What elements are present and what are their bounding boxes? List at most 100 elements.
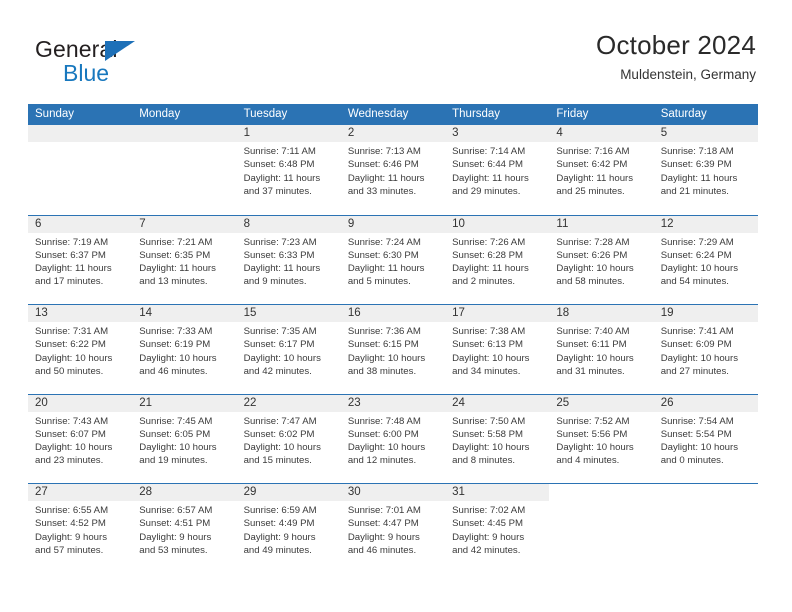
daylight-text-line2: and 29 minutes. [452,185,521,197]
sunrise-text: Sunrise: 7:19 AM [35,236,109,248]
calendar-day-3[interactable]: 3 Sunrise: 7:14 AM Sunset: 6:44 PM Daylight… [445,125,550,215]
sunrise-text: Sunrise: 7:18 AM [660,146,734,157]
daylight-text-line1: Daylight: 11 hours [452,172,529,184]
sunrise-text: Sunrise: 6:55 AM [35,505,109,516]
daylight-text-line1: Daylight: 10 hours [556,352,634,364]
sunset-text: Sunset: 5:58 PM [452,428,524,440]
calendar-week-row: 20 Sunrise: 7:43 AM Sunset: 6:07 PM Dayligh… [28,393,758,483]
day-number: 4 [549,125,654,142]
daylight-text-line2: and 42 minutes. [452,544,521,556]
daylight-text-line1: Daylight: 11 hours [347,263,425,275]
sunrise-text: Sunrise: 6:59 AM [243,505,317,516]
day-number: 11 [549,215,654,233]
day-details: Sunrise: 7:13 AM Sunset: 6:46 PM Daylight:… [341,142,445,198]
day-number: 18 [549,305,654,322]
calendar-day-27[interactable]: 27 Sunrise: 6:55 AM Sunset: 4:52 PM Dayligh… [28,484,133,573]
daylight-text-line2: and 49 minutes. [243,544,312,556]
calendar-day-31[interactable]: 31 Sunrise: 7:02 AM Sunset: 4:45 PM Dayligh… [445,484,550,573]
daylight-text-line2: and 5 minutes. [347,276,411,288]
daylight-text-line2: and 46 minutes. [139,365,208,377]
day-number: 10 [445,215,550,233]
calendar-day-8[interactable]: 8 Sunrise: 7:23 AM Sunset: 6:33 PM Daylight… [236,215,341,304]
calendar-day-7[interactable]: 7 Sunrise: 7:21 AM Sunset: 6:35 PM Daylight… [132,215,237,304]
daylight-text-line1: Daylight: 11 hours [243,172,321,184]
calendar-day-22[interactable]: 22 Sunrise: 7:47 AM Sunset: 6:02 PM Dayligh… [236,394,341,483]
daylight-text-line2: and 13 minutes. [139,276,208,288]
calendar-day-4[interactable]: 4 Sunrise: 7:16 AM Sunset: 6:42 PM Daylight… [549,125,654,215]
sunset-text: Sunset: 6:19 PM [139,339,211,351]
calendar-day-16[interactable]: 16 Sunrise: 7:36 AM Sunset: 6:15 PM Dayligh… [340,305,446,394]
day-number: 15 [236,305,341,322]
title-block: October 2024 Muldenstein, Germany [596,28,756,85]
day-number: 2 [340,125,446,142]
daylight-text-line2: and 12 minutes. [347,455,417,467]
calendar-day-10[interactable]: 10 Sunrise: 7:26 AM Sunset: 6:28 PM Dayligh… [445,215,550,304]
day-number: 26 [653,394,758,412]
sunset-text: Sunset: 6:05 PM [139,428,211,440]
calendar-day-21[interactable]: 21 Sunrise: 7:45 AM Sunset: 6:05 PM Dayligh… [132,394,237,483]
day-details: Sunrise: 7:50 AM Sunset: 5:58 PM Daylight:… [445,412,549,468]
day-number: 13 [28,305,133,322]
sunrise-text: Sunrise: 7:01 AM [347,505,421,516]
day-number: 19 [653,305,758,322]
calendar-week-row: 1 Sunrise: 7:11 AM Sunset: 6:48 PM Daylight… [28,125,758,215]
daylight-text-line1: Daylight: 11 hours [347,172,425,184]
calendar-day-17[interactable]: 17 Sunrise: 7:38 AM Sunset: 6:13 PM Dayligh… [445,305,550,394]
daylight-text-line1: Daylight: 10 hours [452,442,530,454]
daylight-text-line2: and 8 minutes. [452,455,516,467]
sunset-text: Sunset: 6:46 PM [347,159,419,171]
general-blue-logo[interactable]: General Blue [35,36,265,92]
calendar-day-18[interactable]: 18 Sunrise: 7:40 AM Sunset: 6:11 PM Dayligh… [549,305,654,394]
sunrise-text: Sunrise: 7:02 AM [452,505,526,516]
calendar-day-12[interactable]: 12 Sunrise: 7:29 AM Sunset: 6:24 PM Dayligh… [653,215,758,304]
calendar-week-row: 6 Sunrise: 7:19 AM Sunset: 6:37 PM Daylight… [28,214,758,304]
daylight-text-line1: Daylight: 10 hours [347,352,426,364]
calendar-day-14[interactable]: 14 Sunrise: 7:33 AM Sunset: 6:19 PM Dayligh… [132,305,237,394]
calendar-day-28[interactable]: 28 Sunrise: 6:57 AM Sunset: 4:51 PM Dayligh… [132,484,237,573]
calendar-day-15[interactable]: 15 Sunrise: 7:35 AM Sunset: 6:17 PM Dayligh… [236,305,341,394]
calendar-day-26[interactable]: 26 Sunrise: 7:54 AM Sunset: 5:54 PM Dayligh… [653,394,758,483]
daylight-text-line1: Daylight: 10 hours [139,352,217,364]
calendar-day-29[interactable]: 29 Sunrise: 6:59 AM Sunset: 4:49 PM Dayligh… [236,484,341,573]
sunset-text: Sunset: 4:51 PM [139,518,211,530]
daylight-text-line1: Daylight: 10 hours [556,263,634,275]
calendar-day-19[interactable]: 19 Sunrise: 7:41 AM Sunset: 6:09 PM Dayligh… [653,305,758,394]
daylight-text-line1: Daylight: 10 hours [660,263,739,275]
calendar-day-20[interactable]: 20 Sunrise: 7:43 AM Sunset: 6:07 PM Dayligh… [28,394,133,483]
calendar-day-23[interactable]: 23 Sunrise: 7:48 AM Sunset: 6:00 PM Dayligh… [340,394,446,483]
daylight-text-line2: and 58 minutes. [556,276,625,288]
calendar-day-24[interactable]: 24 Sunrise: 7:50 AM Sunset: 5:58 PM Dayligh… [445,394,550,483]
calendar-day-25[interactable]: 25 Sunrise: 7:52 AM Sunset: 5:56 PM Dayligh… [549,394,654,483]
calendar-day-5[interactable]: 5 Sunrise: 7:18 AM Sunset: 6:39 PM Daylight… [653,125,758,215]
sunset-text: Sunset: 4:52 PM [35,518,106,530]
day-details: Sunrise: 7:41 AM Sunset: 6:09 PM Daylight:… [654,322,758,378]
day-details: Sunrise: 7:11 AM Sunset: 6:48 PM Daylight:… [237,142,341,198]
day-details: Sunrise: 7:33 AM Sunset: 6:19 PM Daylight:… [132,322,236,378]
sunrise-text: Sunrise: 6:57 AM [139,505,213,516]
page-header: General Blue October 2024 Muldenstein, G… [0,0,792,100]
sunset-text: Sunset: 4:47 PM [347,518,419,530]
sunset-text: Sunset: 6:22 PM [35,339,106,351]
daylight-text-line2: and 17 minutes. [35,276,104,288]
calendar-day-2[interactable]: 2 Sunrise: 7:13 AM Sunset: 6:46 PM Daylight… [340,125,446,215]
daylight-text-line2: and 53 minutes. [139,544,208,556]
day-details: Sunrise: 7:28 AM Sunset: 6:26 PM Daylight:… [549,233,653,289]
calendar-day-empty [653,484,758,573]
calendar-day-30[interactable]: 30 Sunrise: 7:01 AM Sunset: 4:47 PM Dayligh… [340,484,446,573]
calendar-day-1[interactable]: 1 Sunrise: 7:11 AM Sunset: 6:48 PM Daylight… [236,125,341,215]
calendar-day-6[interactable]: 6 Sunrise: 7:19 AM Sunset: 6:37 PM Daylight… [28,215,133,304]
day-number: 22 [236,394,341,412]
sunrise-text: Sunrise: 7:28 AM [556,236,630,248]
calendar-day-13[interactable]: 13 Sunrise: 7:31 AM Sunset: 6:22 PM Dayligh… [28,305,133,394]
sunset-text: Sunset: 6:44 PM [452,159,524,171]
sunset-text: Sunset: 6:09 PM [660,339,732,351]
sunrise-text: Sunrise: 7:23 AM [243,236,317,248]
daylight-text-line1: Daylight: 11 hours [556,172,634,184]
calendar-day-9[interactable]: 9 Sunrise: 7:24 AM Sunset: 6:30 PM Daylight… [340,215,446,304]
daylight-text-line2: and 33 minutes. [347,185,417,197]
daylight-text-line2: and 37 minutes. [243,185,312,197]
daylight-text-line2: and 34 minutes. [452,365,521,377]
day-number: 1 [236,125,341,142]
sunset-text: Sunset: 6:11 PM [556,339,627,351]
calendar-day-11[interactable]: 11 Sunrise: 7:28 AM Sunset: 6:26 PM Dayligh… [549,215,654,304]
